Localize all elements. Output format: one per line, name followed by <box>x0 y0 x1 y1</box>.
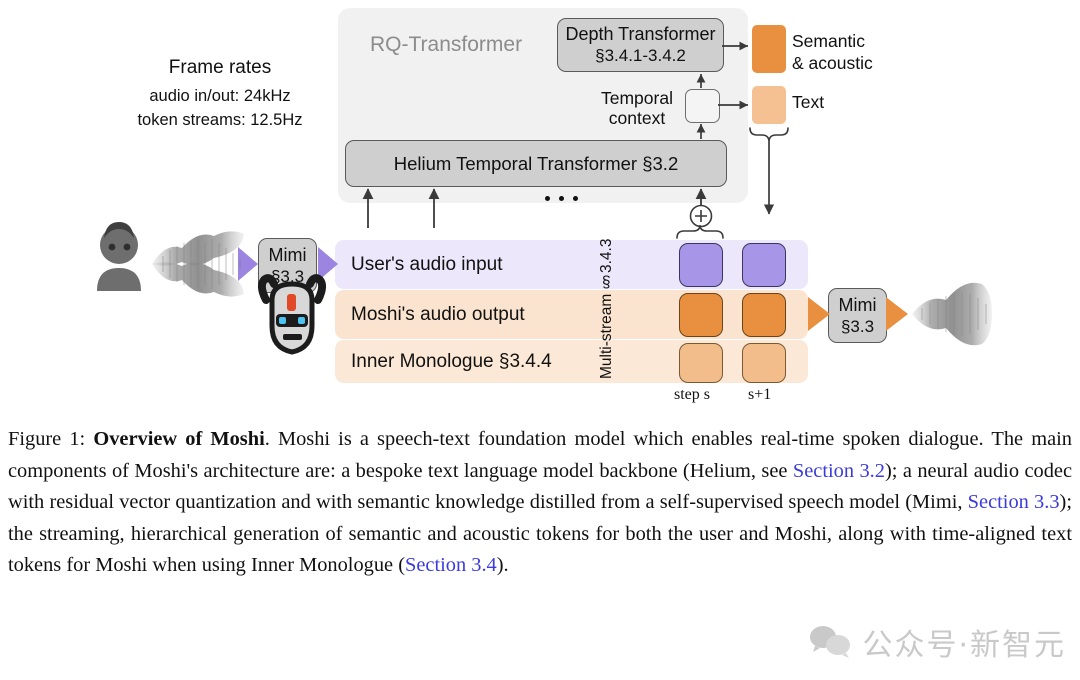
temporal-context-label: Temporal context <box>597 88 677 128</box>
depth-transformer-title: Depth Transformer <box>565 24 716 44</box>
depth-transformer-box[interactable]: Depth Transformer §3.4.1-3.4.2 <box>557 18 724 72</box>
caption-figure-number: Figure 1: <box>8 428 86 450</box>
mimi-encoder-box[interactable]: Mimi §3.3 <box>258 238 317 293</box>
mimi-encoder-title: Mimi <box>268 244 307 265</box>
ellipsis-dots <box>545 196 578 201</box>
audio-waveform-icon-output <box>912 282 992 346</box>
mimi-encoder-section: §3.3 <box>270 266 305 286</box>
figure-caption: Figure 1: Overview of Moshi. Moshi is a … <box>8 424 1072 674</box>
user-avatar-icon <box>97 222 141 291</box>
text-chip <box>752 86 786 124</box>
helium-transformer-box[interactable]: Helium Temporal Transformer §3.2 <box>345 140 727 187</box>
token-text-step-s1[interactable] <box>742 343 786 383</box>
frame-rates-tokens: token streams: 12.5Hz <box>137 111 303 129</box>
token-text-step-s[interactable] <box>679 343 723 383</box>
semantic-acoustic-line2: & acoustic <box>792 53 873 73</box>
caption-link-section-3-3[interactable]: Section 3.3 <box>968 491 1060 513</box>
audio-waveform-icon-input <box>152 231 244 297</box>
caption-link-section-3-2[interactable]: Section 3.2 <box>793 460 885 482</box>
frame-rates-audio: audio in/out: 24kHz <box>149 87 291 105</box>
helium-transformer-label: Helium Temporal Transformer §3.2 <box>393 153 679 174</box>
token-moshi-step-s[interactable] <box>679 293 723 337</box>
semantic-acoustic-label: Semantic & acoustic <box>792 30 912 74</box>
token-moshi-step-s1[interactable] <box>742 293 786 337</box>
semantic-acoustic-line1: Semantic <box>792 31 865 51</box>
figure-diagram: RQ-Transformer Depth Transformer §3.4.1-… <box>0 0 1080 415</box>
multistream-section-label: §3.4.3 <box>598 238 615 290</box>
text-output-label: Text <box>792 92 825 112</box>
stream-label-inner-monologue: Inner Monologue §3.4.4 <box>351 350 552 372</box>
step-label-current: step s <box>674 386 710 403</box>
temporal-context-line2: context <box>608 108 666 128</box>
caption-link-section-3-4[interactable]: Section 3.4 <box>405 554 497 576</box>
multistream-label: Multi-stream <box>598 293 615 379</box>
step-label-next: s+1 <box>748 386 772 403</box>
depth-transformer-section: §3.4.1-3.4.2 <box>595 46 686 65</box>
temporal-context-box[interactable] <box>685 89 720 123</box>
frame-rates-block: Frame rates audio in/out: 24kHz token st… <box>110 58 330 132</box>
caption-bold-title: Overview of Moshi <box>93 428 265 450</box>
temporal-context-line1: Temporal <box>601 88 673 108</box>
stream-row-inner-monologue[interactable]: Inner Monologue §3.4.4 <box>335 340 808 383</box>
stream-label-user-audio: User's audio input <box>351 253 503 275</box>
rq-transformer-label: RQ-Transformer <box>370 33 523 56</box>
token-user-step-s1[interactable] <box>742 243 786 287</box>
frame-rates-title: Frame rates <box>168 57 272 78</box>
semantic-acoustic-chip <box>752 25 786 73</box>
token-user-step-s[interactable] <box>679 243 723 287</box>
mimi-decoder-section: §3.3 <box>840 316 875 336</box>
mimi-decoder-title: Mimi <box>838 294 877 315</box>
mimi-decoder-box[interactable]: Mimi §3.3 <box>828 288 887 343</box>
stream-label-moshi-audio: Moshi's audio output <box>351 303 525 325</box>
caption-body-4: ). <box>496 554 509 576</box>
stream-row-moshi-audio[interactable]: Moshi's audio output <box>335 290 808 339</box>
stream-row-user-audio[interactable]: User's audio input <box>335 240 808 289</box>
